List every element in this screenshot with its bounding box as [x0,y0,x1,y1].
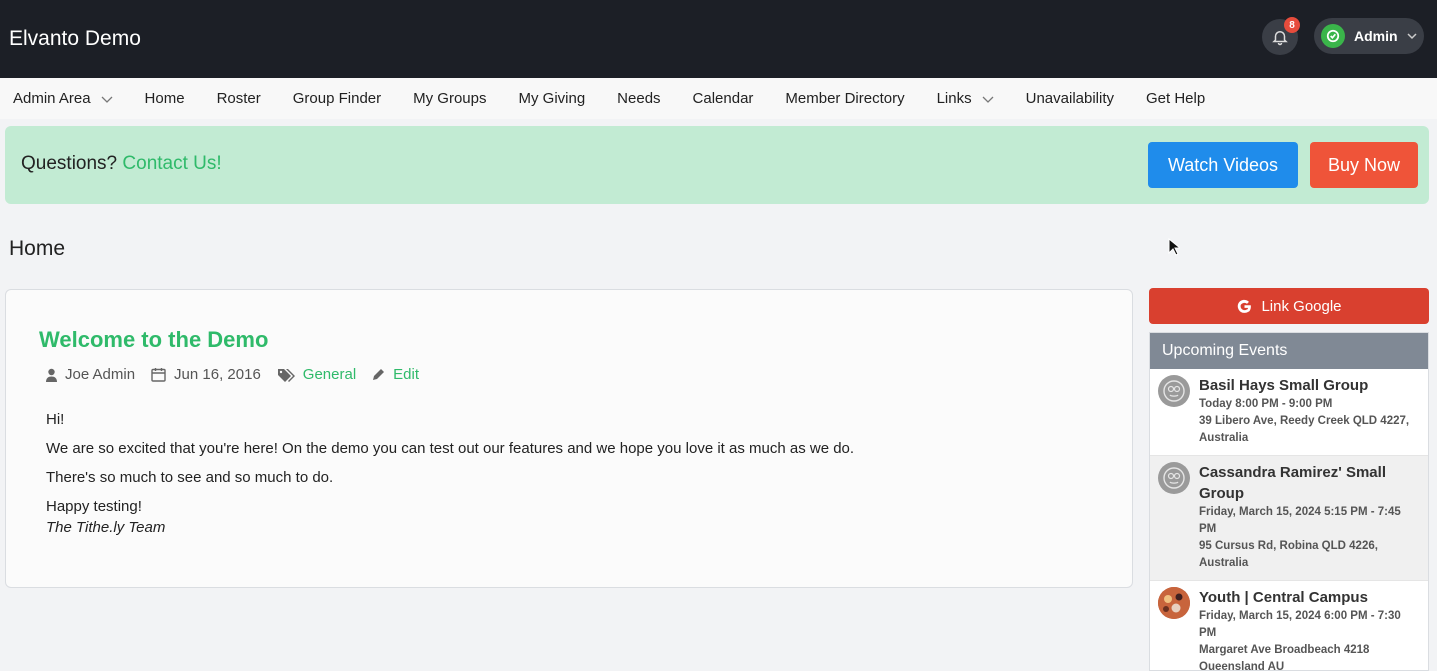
calendar-icon [151,368,166,382]
link-google-button[interactable]: Link Google [1149,288,1429,324]
brand-title[interactable]: Elvanto Demo [9,27,141,51]
post-category: General [277,366,356,383]
post-card: Welcome to the Demo Joe Admin Jun 16, 20… [5,289,1133,588]
nav-item-roster[interactable]: Roster [217,90,261,107]
nav-item-unavailability[interactable]: Unavailability [1026,90,1114,107]
user-name: Admin [1354,28,1398,44]
post-paragraph: Happy testing! [46,498,142,515]
post-paragraph: We are so excited that you're here! On t… [46,440,855,457]
nav-item-calendar[interactable]: Calendar [693,90,754,107]
event-photo-avatar [1158,587,1190,619]
photo-thumbnail-icon [1158,587,1190,619]
group-avatar [1158,462,1190,494]
event-time: Friday, March 15, 2024 5:15 PM - 7:45 PM [1199,506,1401,535]
group-avatar [1158,375,1190,407]
nav-label: My Giving [518,90,586,107]
event-location: 95 Cursus Rd, Robina QLD 4226, Australia [1199,540,1378,569]
category-link[interactable]: General [303,366,356,383]
event-location: 39 Libero Ave, Reedy Creek QLD 4227, Aus… [1199,415,1410,444]
nav-item-member-directory[interactable]: Member Directory [785,90,904,107]
event-info: Cassandra Ramirez' Small Group Friday, M… [1199,462,1418,572]
user-icon [46,368,57,382]
nav-label: Unavailability [1025,90,1114,107]
author-name: Joe Admin [65,366,136,383]
post-paragraph: There's so much to see and so much to do… [46,469,334,486]
group-icon [1163,467,1185,489]
notification-count-badge: 8 [1284,17,1300,33]
nav-label: Admin Area [13,90,91,107]
nav-label: Links [936,90,972,107]
post-meta: Joe Admin Jun 16, 2016 General Edit [46,366,435,383]
post-edit[interactable]: Edit [372,366,419,383]
post-author: Joe Admin [46,366,135,383]
nav-label: Calendar [692,90,754,107]
watch-videos-button[interactable]: Watch Videos [1148,142,1298,188]
post-body: Hi! We are so excited that you're here! … [46,411,854,536]
event-time: Friday, March 15, 2024 6:00 PM - 7:30 PM [1199,610,1401,639]
nav-item-home[interactable]: Home [145,90,185,107]
event-info: Youth | Central Campus Friday, March 15,… [1199,587,1418,671]
nav-item-my-giving[interactable]: My Giving [518,90,585,107]
event-item[interactable]: Cassandra Ramirez' Small Group Friday, M… [1150,456,1428,581]
contact-us-link[interactable]: Contact Us! [122,153,221,174]
chevron-down-icon [982,96,994,103]
event-item[interactable]: Youth | Central Campus Friday, March 15,… [1150,581,1428,671]
upcoming-events-heading: Upcoming Events [1150,333,1428,369]
user-avatar [1321,24,1345,48]
group-icon [1163,380,1185,402]
post-signature: The Tithe.ly Team [46,519,166,536]
post-date: Jun 16, 2016 [151,366,261,383]
nav-item-my-groups[interactable]: My Groups [413,90,486,107]
check-icon [1326,29,1340,43]
post-title[interactable]: Welcome to the Demo [39,327,268,353]
google-icon [1238,299,1252,313]
nav-label: Roster [216,90,261,107]
nav-label: Get Help [1146,90,1206,107]
nav-item-get-help[interactable]: Get Help [1146,90,1205,107]
mouse-cursor-icon [1168,238,1180,256]
event-location: Margaret Ave Broadbeach 4218 Queensland … [1199,644,1370,671]
link-google-label: Link Google [1261,297,1342,315]
event-time: Today 8:00 PM - 9:00 PM [1199,398,1333,410]
contact-banner: Questions? Contact Us! Watch Videos Buy … [5,126,1429,204]
chevron-down-icon [101,96,113,103]
event-info: Basil Hays Small Group Today 8:00 PM - 9… [1199,375,1418,447]
upcoming-events-panel: Upcoming Events Basil Hays Small Group T… [1149,332,1429,671]
buy-now-button[interactable]: Buy Now [1310,142,1418,188]
top-bar: Elvanto Demo 8 Admin [0,0,1437,78]
notifications-button[interactable]: 8 [1262,17,1300,55]
chevron-down-icon [1407,33,1417,40]
event-item[interactable]: Basil Hays Small Group Today 8:00 PM - 9… [1150,369,1428,456]
nav-label: Member Directory [785,90,905,107]
pencil-icon [373,369,385,380]
nav-item-group-finder[interactable]: Group Finder [293,90,381,107]
nav-item-needs[interactable]: Needs [617,90,660,107]
nav-item-links[interactable]: Links [937,90,994,107]
page-title: Home [9,237,66,260]
nav-label: Needs [617,90,661,107]
date-text: Jun 16, 2016 [174,366,261,383]
nav-label: My Groups [413,90,487,107]
event-name[interactable]: Youth | Central Campus [1199,587,1418,608]
user-menu-button[interactable]: Admin [1314,18,1424,54]
nav-item-admin-area[interactable]: Admin Area [13,90,113,107]
event-name[interactable]: Cassandra Ramirez' Small Group [1199,462,1418,504]
banner-text: Questions? Contact Us! [21,153,222,175]
post-paragraph: Hi! [46,411,65,428]
nav-label: Home [144,90,185,107]
main-nav: Admin Area Home Roster Group Finder My G… [0,78,1437,119]
banner-question: Questions? [21,153,118,174]
nav-label: Group Finder [292,90,382,107]
event-name[interactable]: Basil Hays Small Group [1199,375,1418,396]
tags-icon [277,368,295,382]
edit-link[interactable]: Edit [393,366,419,383]
